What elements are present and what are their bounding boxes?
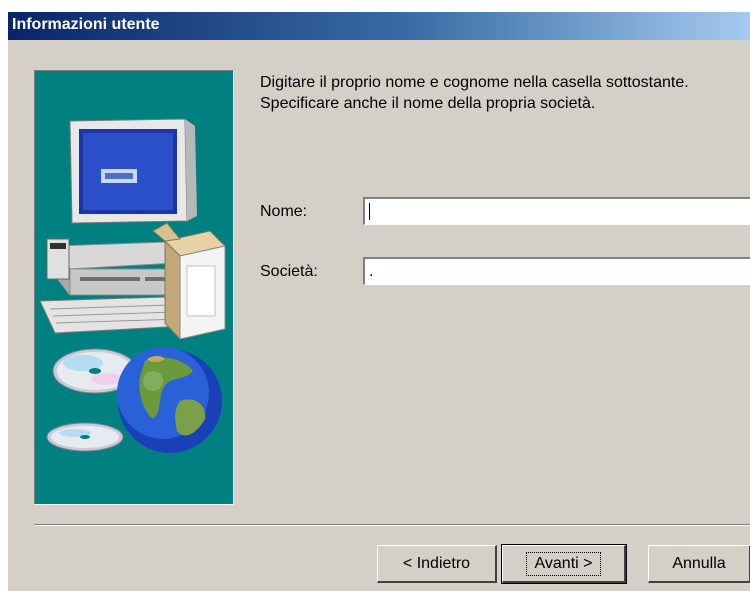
text-cursor [369, 203, 370, 221]
instruction-line: Digitare il proprio nome e cognome nella… [260, 74, 689, 91]
setup-artwork [39, 118, 226, 453]
back-button-label: < Indietro [402, 554, 471, 572]
name-field[interactable] [363, 197, 750, 225]
setup-illustration [34, 70, 234, 505]
back-button[interactable]: < Indietro [377, 545, 497, 583]
footer-separator [34, 524, 750, 526]
cancel-button[interactable]: Annulla [648, 545, 750, 583]
cancel-button-label: Annulla [672, 554, 726, 572]
title-bar[interactable]: Informazioni utente [8, 12, 750, 40]
company-value: . [369, 263, 374, 280]
instruction-line: Specificare anche il nome della propria … [260, 95, 596, 112]
company-field[interactable]: . [363, 257, 750, 285]
globe-icon [117, 347, 222, 453]
instructions: Digitare il proprio nome e cognome nella… [260, 72, 750, 114]
next-button[interactable]: Avanti > [501, 544, 627, 584]
name-label: Nome: [260, 203, 308, 220]
window-title: Informazioni utente [12, 16, 160, 33]
company-label: Società: [260, 263, 318, 280]
setup-dialog: Informazioni utente Digitare il proprio … [7, 11, 750, 591]
next-button-label: Avanti > [525, 551, 602, 576]
